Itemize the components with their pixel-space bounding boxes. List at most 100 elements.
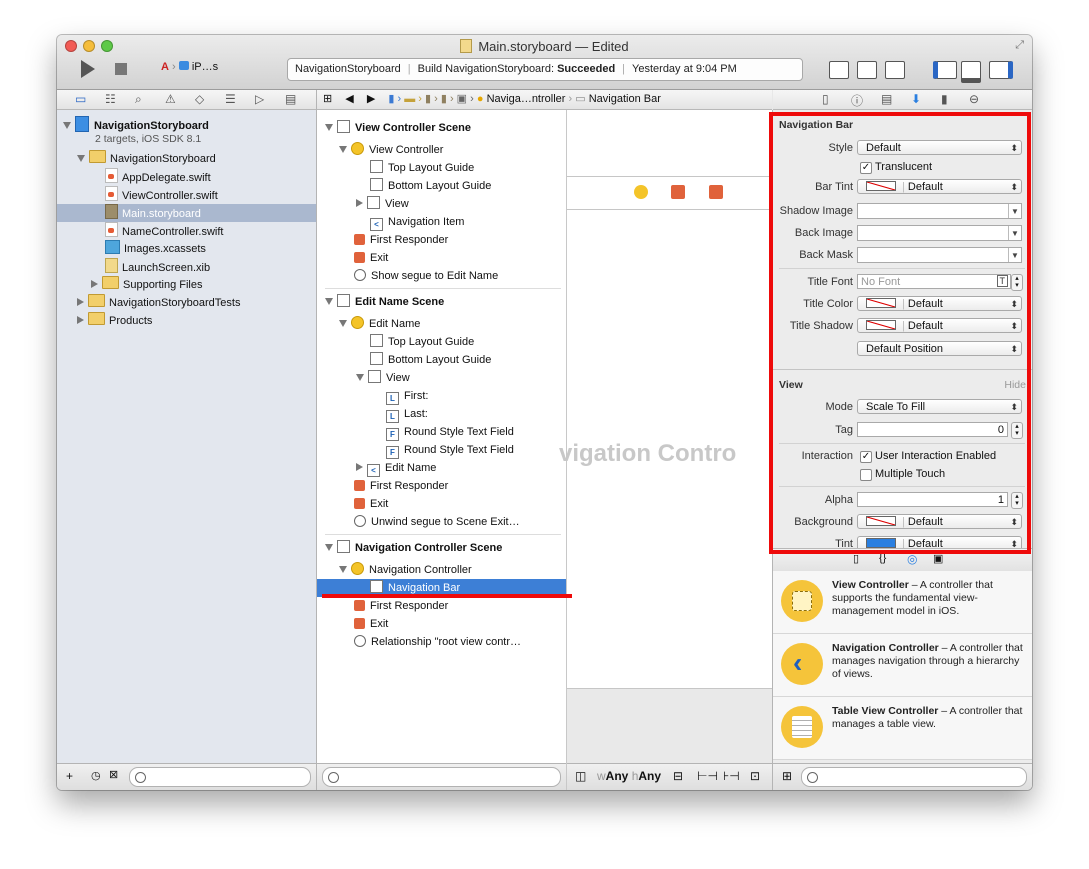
file-namecontroller[interactable]: NameController.swift bbox=[105, 222, 223, 240]
breakpoint-tab-icon[interactable]: ▷ bbox=[255, 92, 264, 106]
base-crumb-icon[interactable]: ▮ › bbox=[441, 93, 454, 105]
related-items-icon[interactable]: ⊞ bbox=[323, 93, 332, 105]
search-tab-icon[interactable]: ⌕ bbox=[135, 92, 142, 107]
size-class-control[interactable]: wAny hAny bbox=[597, 769, 661, 783]
navigation-bar-crumb[interactable]: Navigation Bar bbox=[589, 93, 661, 105]
outline-item[interactable]: F Round Style Text Field bbox=[386, 423, 514, 441]
scheme-selector[interactable]: A › iP…s bbox=[161, 61, 218, 73]
library-item-table-view-controller[interactable]: Table View Controller – A controller tha… bbox=[773, 697, 1032, 760]
grid-view-icon[interactable]: ⊞ bbox=[782, 769, 792, 783]
issue-tab-icon[interactable]: ⚠ bbox=[165, 92, 176, 106]
segue-icon bbox=[354, 269, 366, 281]
outline-item[interactable]: L First: bbox=[386, 387, 428, 405]
outline-item[interactable]: Show segue to Edit Name bbox=[354, 267, 498, 285]
show-utilities-icon[interactable] bbox=[989, 61, 1013, 79]
folder-crumb-icon[interactable]: ▬ › bbox=[404, 93, 422, 105]
group-tests[interactable]: NavigationStoryboardTests bbox=[77, 294, 240, 312]
unwind-segue-icon bbox=[354, 515, 366, 527]
outline-item[interactable]: Exit bbox=[354, 249, 388, 267]
attributes-inspector-icon[interactable]: ⬇ bbox=[911, 92, 921, 106]
test-tab-icon[interactable]: ◇ bbox=[195, 92, 204, 106]
nav-controller-crumb[interactable]: Naviga…ntroller bbox=[487, 93, 566, 105]
outline-item[interactable]: F Round Style Text Field bbox=[386, 441, 514, 459]
outline-item[interactable]: Exit bbox=[354, 615, 388, 633]
navigation-controller-scene[interactable]: vigation Contro bbox=[559, 280, 772, 688]
layout-guide-icon bbox=[370, 178, 383, 191]
align-icon[interactable]: ⊟ bbox=[673, 769, 683, 783]
project-crumb-icon[interactable]: ▮ › bbox=[388, 93, 401, 105]
show-navigator-icon[interactable] bbox=[933, 61, 957, 79]
symbol-tab-icon[interactable]: ☷ bbox=[105, 92, 116, 106]
scene-navigation-controller[interactable]: Navigation Controller Scene bbox=[325, 539, 502, 557]
outline-item[interactable]: Navigation Controller bbox=[339, 561, 472, 579]
resolve-issues-icon[interactable]: ⊦⊣ bbox=[723, 769, 740, 783]
group-supporting-files[interactable]: Supporting Files bbox=[91, 276, 203, 294]
log-tab-icon[interactable]: ▤ bbox=[285, 92, 296, 106]
file-inspector-icon[interactable]: ▯ bbox=[822, 92, 829, 106]
version-editor-icon[interactable] bbox=[885, 61, 905, 79]
show-debug-area-icon[interactable] bbox=[961, 61, 981, 83]
exit-dock-icon[interactable] bbox=[709, 185, 723, 199]
outline-filter-input[interactable] bbox=[322, 767, 561, 787]
navigator-filter-input[interactable] bbox=[129, 767, 311, 787]
outline-item[interactable]: Bottom Layout Guide bbox=[370, 177, 491, 195]
nav-controller-crumb-icon[interactable]: ● bbox=[477, 93, 484, 105]
run-button[interactable] bbox=[81, 60, 95, 78]
outline-item[interactable]: First Responder bbox=[354, 477, 448, 495]
outline-item[interactable]: First Responder bbox=[354, 231, 448, 249]
outline-item[interactable]: Edit Name bbox=[339, 315, 420, 333]
debug-tab-icon[interactable]: ☰ bbox=[225, 92, 236, 106]
scene-edit-name[interactable]: Edit Name Scene bbox=[325, 293, 444, 311]
forward-arrow-icon[interactable]: ▶ bbox=[367, 93, 375, 105]
library-filter-input[interactable] bbox=[801, 767, 1027, 787]
disclosure-icon[interactable] bbox=[63, 122, 71, 129]
outline-item[interactable]: Relationship "root view contr… bbox=[354, 633, 521, 651]
outline-item[interactable]: View bbox=[356, 195, 409, 213]
fullscreen-icon[interactable]: ⤢ bbox=[1015, 39, 1024, 52]
file-main-storyboard[interactable]: Main.storyboard bbox=[57, 204, 316, 222]
group-navigationstoryboard[interactable]: NavigationStoryboard bbox=[77, 150, 216, 168]
scene-crumb-icon[interactable]: ▣ › bbox=[457, 93, 474, 105]
back-arrow-icon[interactable]: ◀ bbox=[345, 93, 353, 105]
first-responder-dock-icon[interactable] bbox=[671, 185, 685, 199]
outline-item[interactable]: Exit bbox=[354, 495, 388, 513]
recent-files-icon[interactable]: ◷ bbox=[91, 769, 101, 782]
file-launchscreen[interactable]: LaunchScreen.xib bbox=[105, 258, 210, 276]
standard-editor-icon[interactable] bbox=[829, 61, 849, 79]
outline-item[interactable]: Unwind segue to Scene Exit… bbox=[354, 513, 520, 531]
library-item-navigation-controller[interactable]: ‹ Navigation Controller – A controller t… bbox=[773, 634, 1032, 697]
size-inspector-icon[interactable]: ▮ bbox=[941, 92, 948, 106]
connections-inspector-icon[interactable]: ⊖ bbox=[969, 92, 979, 106]
file-appdelegate[interactable]: AppDelegate.swift bbox=[105, 168, 211, 186]
source-control-icon[interactable]: ⊠ bbox=[109, 768, 118, 781]
first-responder-icon bbox=[354, 480, 365, 491]
view-controller-dock-icon[interactable] bbox=[634, 185, 648, 199]
group-products[interactable]: Products bbox=[77, 312, 152, 330]
quick-help-icon[interactable]: ⓘ bbox=[851, 92, 863, 109]
outline-item[interactable]: L Last: bbox=[386, 405, 428, 423]
object-library-icon[interactable]: ◎ bbox=[907, 552, 917, 566]
add-icon[interactable]: + bbox=[66, 769, 73, 783]
resizing-icon[interactable]: ⊡ bbox=[750, 769, 760, 783]
identity-inspector-icon[interactable]: ▤ bbox=[881, 92, 892, 106]
outline-item[interactable]: < Navigation Item bbox=[370, 213, 464, 231]
outline-item[interactable]: First Responder bbox=[354, 597, 448, 615]
storyboard-crumb-icon[interactable]: ▮ › bbox=[425, 93, 438, 105]
pin-icon[interactable]: ⊢⊣ bbox=[697, 769, 718, 783]
outline-item[interactable]: < Edit Name bbox=[356, 459, 436, 477]
folder-tab-icon[interactable]: ▭ bbox=[75, 92, 86, 106]
stop-button[interactable] bbox=[115, 63, 127, 75]
file-images-xcassets[interactable]: Images.xcassets bbox=[105, 240, 206, 258]
storyboard-canvas[interactable]: vigation Contro ◫ wAny hAny ⊟ ⊢⊣ ⊦⊣ ⊡ bbox=[559, 110, 773, 790]
outline-item[interactable]: Top Layout Guide bbox=[370, 159, 474, 177]
xib-file-icon bbox=[105, 258, 118, 273]
outline-item[interactable]: View bbox=[356, 369, 410, 387]
scene-view-controller[interactable]: View Controller Scene bbox=[325, 119, 471, 137]
outline-toggle-icon[interactable]: ◫ bbox=[575, 769, 586, 783]
outline-item[interactable]: Bottom Layout Guide bbox=[370, 351, 491, 369]
file-viewcontroller[interactable]: ViewController.swift bbox=[105, 186, 218, 204]
outline-item[interactable]: Top Layout Guide bbox=[370, 333, 474, 351]
outline-item[interactable]: View Controller bbox=[339, 141, 443, 159]
assistant-editor-icon[interactable] bbox=[857, 61, 877, 79]
library-item-view-controller[interactable]: View Controller – A controller that supp… bbox=[773, 571, 1032, 634]
